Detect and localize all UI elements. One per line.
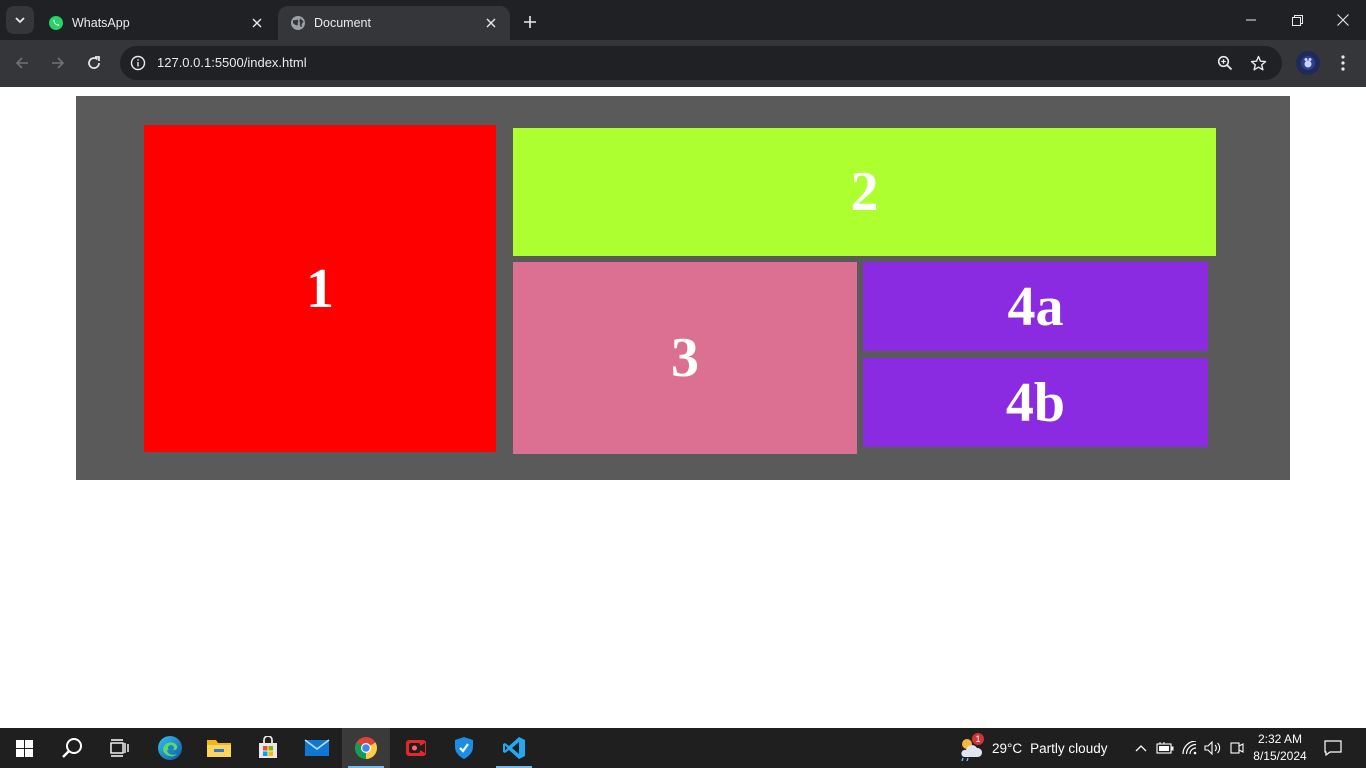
tab-strip: WhatsApp Document <box>0 0 1366 40</box>
chevron-up-icon <box>1135 745 1147 752</box>
plus-icon <box>524 16 536 28</box>
url-text: 127.0.0.1:5500/index.html <box>157 55 307 70</box>
task-view-button[interactable] <box>96 728 144 768</box>
battery-icon <box>1156 742 1174 754</box>
taskbar-search-button[interactable] <box>48 728 96 768</box>
chrome-taskbar-button[interactable] <box>342 728 390 768</box>
vscode-taskbar-button[interactable] <box>490 728 538 768</box>
recorder-icon <box>406 740 426 756</box>
close-icon <box>1337 14 1349 26</box>
back-button[interactable] <box>8 49 36 77</box>
browser-menu-button[interactable] <box>1336 51 1350 75</box>
browser-toolbar: 127.0.0.1:5500/index.html <box>0 40 1366 87</box>
box-1: 1 <box>144 125 496 452</box>
reload-button[interactable] <box>80 49 108 77</box>
weather-widget[interactable]: 1 29°C Partly cloudy <box>958 728 1107 768</box>
arrow-right-icon <box>52 57 65 69</box>
store-icon <box>259 736 277 758</box>
more-vertical-icon <box>1341 55 1345 71</box>
forward-button[interactable] <box>44 49 72 77</box>
weather-condition: Partly cloudy <box>1030 740 1108 756</box>
tab-title: WhatsApp <box>72 16 130 30</box>
new-tab-button[interactable] <box>518 10 542 34</box>
box-3: 3 <box>513 262 857 454</box>
whatsapp-icon <box>49 16 63 30</box>
notification-center-button[interactable] <box>1318 728 1348 768</box>
device-icon <box>1230 742 1244 754</box>
profile-avatar[interactable] <box>1296 51 1320 75</box>
restore-icon <box>1291 14 1303 26</box>
avatar-icon <box>1301 56 1315 70</box>
restore-button[interactable] <box>1274 0 1320 40</box>
volume-icon <box>1204 741 1221 755</box>
tab-whatsapp[interactable]: WhatsApp <box>36 6 276 40</box>
site-info-icon[interactable] <box>126 51 150 75</box>
box-4b: 4b <box>863 358 1208 447</box>
search-icon <box>62 738 82 758</box>
weather-icon: 1 <box>958 733 984 762</box>
taskbar-clock[interactable]: 2:32 AM 8/15/2024 <box>1250 731 1310 765</box>
start-button[interactable] <box>0 728 48 768</box>
tab-title: Document <box>314 16 371 30</box>
security-icon <box>455 737 473 759</box>
zoom-icon[interactable] <box>1213 51 1237 75</box>
close-tab-icon[interactable] <box>482 14 500 32</box>
mail-taskbar-button[interactable] <box>293 728 341 768</box>
close-window-button[interactable] <box>1320 0 1366 40</box>
tab-search-button[interactable] <box>6 6 34 34</box>
arrow-left-icon <box>15 57 28 69</box>
chrome-icon <box>355 737 377 759</box>
volume-control[interactable] <box>1202 728 1224 768</box>
box-4a: 4a <box>863 262 1208 351</box>
security-taskbar-button[interactable] <box>440 728 488 768</box>
minimize-icon <box>1246 19 1256 21</box>
store-taskbar-button[interactable] <box>244 728 292 768</box>
address-bar[interactable]: 127.0.0.1:5500/index.html <box>120 46 1282 80</box>
task-view-icon <box>110 739 129 757</box>
weather-badge: 1 <box>972 733 984 745</box>
clock-time: 2:32 AM <box>1257 732 1303 746</box>
close-tab-icon[interactable] <box>248 14 266 32</box>
edge-taskbar-button[interactable] <box>146 728 194 768</box>
grid-container: 1 2 3 4a 4b <box>76 96 1290 480</box>
taskbar: 1 29°C Partly cloudy 2:32 AM 8/15/2024 <box>0 728 1366 768</box>
meet-now-button[interactable] <box>1226 728 1248 768</box>
start-icon <box>15 739 33 757</box>
notification-icon <box>1324 740 1342 756</box>
edge-icon <box>158 736 182 760</box>
wifi-icon <box>1182 741 1197 755</box>
file-explorer-taskbar-button[interactable] <box>195 728 243 768</box>
weather-temp: 29°C <box>992 740 1023 756</box>
clock-date: 8/15/2024 <box>1253 749 1307 763</box>
show-hidden-icons-button[interactable] <box>1130 728 1152 768</box>
tab-document[interactable]: Document <box>278 6 510 40</box>
box-2: 2 <box>513 128 1216 256</box>
reload-icon <box>88 56 100 69</box>
battery-status[interactable] <box>1154 728 1176 768</box>
globe-icon <box>291 16 305 30</box>
mail-icon <box>304 739 330 756</box>
minimize-button[interactable] <box>1228 0 1274 40</box>
bookmark-star-icon[interactable] <box>1246 51 1270 75</box>
file-explorer-icon <box>207 740 231 757</box>
vscode-icon <box>503 737 525 759</box>
recorder-taskbar-button[interactable] <box>392 728 440 768</box>
chevron-down-icon <box>15 17 25 24</box>
network-status[interactable] <box>1179 728 1201 768</box>
